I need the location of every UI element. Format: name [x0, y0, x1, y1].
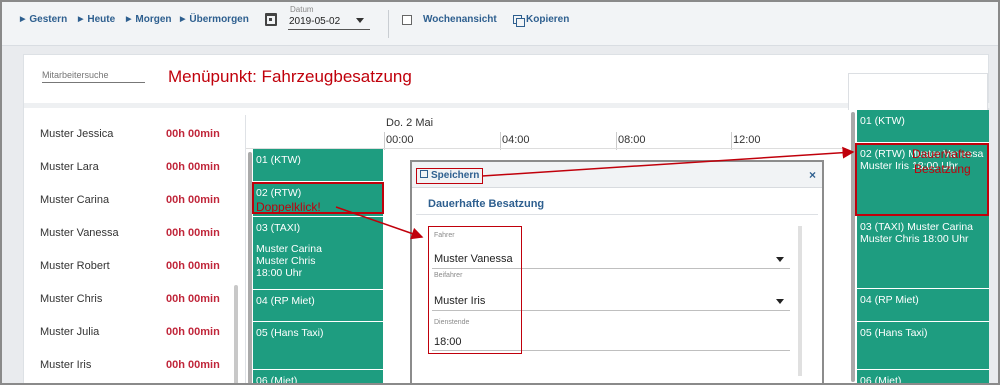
dialog-scrollbar[interactable] — [798, 226, 802, 376]
vehicle-spacer — [256, 234, 383, 243]
window-frame: ▶ Gestern ▶ Heute ▶ Morgen ▶ Übermorgen Datu… — [0, 0, 1000, 385]
vehicle-title: 01 (KTW) — [256, 154, 301, 166]
date-label: Datum — [290, 5, 314, 14]
employee-name: Muster Vanessa — [40, 227, 119, 239]
week-view-label[interactable]: Wochenansicht — [423, 14, 497, 25]
employee-row[interactable]: Muster Carina 00h 00min — [40, 194, 240, 227]
triangle-right-icon: ▶ — [180, 16, 186, 23]
chevron-down-icon[interactable] — [776, 257, 784, 262]
nav-day-after-tomorrow-button[interactable]: ▶ Übermorgen — [180, 14, 249, 25]
dialog-header: Speichern × — [412, 162, 822, 188]
vehicle-driver: Muster Carina — [907, 221, 974, 233]
vehicle-title: 01 (KTW) — [860, 115, 905, 127]
employee-time: 00h 00min — [166, 260, 220, 272]
week-view-checkbox[interactable] — [402, 15, 412, 25]
employee-name: Muster Lara — [40, 161, 99, 173]
hour-label: 12:00 — [733, 134, 761, 146]
employee-search-input[interactable] — [42, 67, 145, 83]
copy-icon[interactable] — [513, 15, 525, 27]
vehicle-codriver: Muster Chris — [256, 255, 316, 267]
vehicle-codriver: Muster Chris — [860, 233, 920, 245]
vehicle-end-time: 18:00 Uhr — [922, 233, 969, 245]
vehicle-row-miet[interactable]: 06 (Miet) — [253, 370, 383, 385]
vehicle-title: 06 (Miet) — [256, 375, 298, 385]
vehicle-driver: Muster Carina — [256, 243, 322, 255]
right-vehicle-row-miet[interactable]: 06 (Miet) — [857, 370, 989, 385]
toolbar-divider — [388, 10, 389, 38]
employee-name: Muster Julia — [40, 326, 100, 338]
permanent-crew-dialog: Speichern × Dauerhafte Besatzung Fahrer … — [410, 160, 824, 383]
employee-list-scrollbar[interactable] — [234, 285, 238, 383]
vehicle-row-rp-miet[interactable]: 04 (RP Miet) — [253, 290, 383, 322]
employee-row[interactable]: Muster Chris 00h 00min — [40, 293, 240, 326]
vehicle-title: 05 (Hans Taxi) — [860, 327, 928, 339]
employee-row[interactable]: Muster Lara 00h 00min — [40, 161, 240, 194]
employee-row[interactable]: Muster Julia 00h 00min — [40, 326, 240, 359]
right-column-header — [848, 73, 988, 110]
triangle-right-icon: ▶ — [126, 16, 132, 23]
vehicle-title: 03 (TAXI) — [860, 221, 905, 233]
employee-name: Muster Chris — [40, 293, 103, 305]
timeline-day-label: Do. 2 Mai — [386, 117, 434, 129]
timeline-separator — [245, 115, 246, 383]
annotation-form-highlight — [428, 226, 522, 354]
employee-row[interactable]: Muster Jessica 00h 00min — [40, 128, 240, 161]
dialog-title-divider — [416, 214, 818, 215]
right-vehicle-row-hans-taxi[interactable]: 05 (Hans Taxi) — [857, 322, 989, 370]
nav-yesterday-button[interactable]: ▶ Gestern — [20, 14, 67, 25]
save-button[interactable]: Speichern — [416, 168, 484, 184]
copy-button[interactable]: Kopieren — [526, 14, 569, 25]
annotation-doubleclick: Doppelklick! — [256, 200, 321, 214]
employee-time: 00h 00min — [166, 194, 220, 206]
hour-label: 00:00 — [386, 134, 414, 146]
nav-tomorrow-button[interactable]: ▶ Morgen — [126, 14, 172, 25]
triangle-right-icon: ▶ — [20, 16, 26, 23]
date-value: 2019-05-02 — [289, 16, 341, 27]
annotation-permanent-line2: Besatzung — [914, 162, 971, 176]
chevron-down-icon[interactable] — [776, 299, 784, 304]
panel-divider — [24, 103, 990, 108]
vehicle-row-taxi[interactable]: 03 (TAXI) Muster Carina Muster Chris 18:… — [253, 217, 383, 290]
vehicle-title: 04 (RP Miet) — [256, 295, 315, 307]
hour-label: 08:00 — [618, 134, 646, 146]
employee-time: 00h 00min — [166, 227, 220, 239]
floppy-disk-icon — [420, 170, 428, 178]
employee-time: 00h 00min — [166, 326, 220, 338]
right-vehicle-row-ktw[interactable]: 01 (KTW) — [857, 110, 989, 143]
date-select[interactable]: 2019-05-02 — [288, 14, 370, 30]
employee-time: 00h 00min — [166, 293, 220, 305]
calendar-icon[interactable] — [265, 13, 277, 26]
vehicle-end-time: 18:00 Uhr — [256, 267, 303, 279]
right-vehicle-row-taxi[interactable]: 03 (TAXI) Muster Carina Muster Chris 18:… — [857, 216, 989, 289]
employee-name: Muster Robert — [40, 260, 110, 272]
toolbar: ▶ Gestern ▶ Heute ▶ Morgen ▶ Übermorgen Datu… — [2, 2, 998, 46]
annotation-permanent-line1: Dauerhafte — [912, 147, 972, 161]
employee-name: Muster Jessica — [40, 128, 114, 140]
employee-row[interactable]: Muster Iris 00h 00min — [40, 359, 240, 383]
chevron-down-icon — [356, 18, 364, 23]
vehicle-title: 03 (TAXI) — [256, 222, 301, 234]
vehicle-title: 04 (RP Miet) — [860, 294, 919, 306]
hour-label: 04:00 — [502, 134, 530, 146]
right-vehicle-row-rp-miet[interactable]: 04 (RP Miet) — [857, 289, 989, 322]
nav-today-button[interactable]: ▶ Heute — [78, 14, 115, 25]
annotation-heading: Menüpunkt: Fahrzeugbesatzung — [168, 67, 412, 86]
vehicle-title: 05 (Hans Taxi) — [256, 327, 324, 339]
employee-row[interactable]: Muster Robert 00h 00min — [40, 260, 240, 293]
close-icon[interactable]: × — [809, 168, 816, 182]
employee-row[interactable]: Muster Vanessa 00h 00min — [40, 227, 240, 260]
employee-name: Muster Carina — [40, 194, 110, 206]
dialog-title: Dauerhafte Besatzung — [428, 198, 545, 210]
vehicle-row-hans-taxi[interactable]: 05 (Hans Taxi) — [253, 322, 383, 370]
employee-time: 00h 00min — [166, 161, 220, 173]
vehicle-title: 06 (Miet) — [860, 375, 902, 385]
employee-name: Muster Iris — [40, 359, 92, 371]
employee-time: 00h 00min — [166, 359, 220, 371]
employee-time: 00h 00min — [166, 128, 220, 140]
triangle-right-icon: ▶ — [78, 16, 84, 23]
vehicle-row-ktw[interactable]: 01 (KTW) — [253, 149, 383, 182]
